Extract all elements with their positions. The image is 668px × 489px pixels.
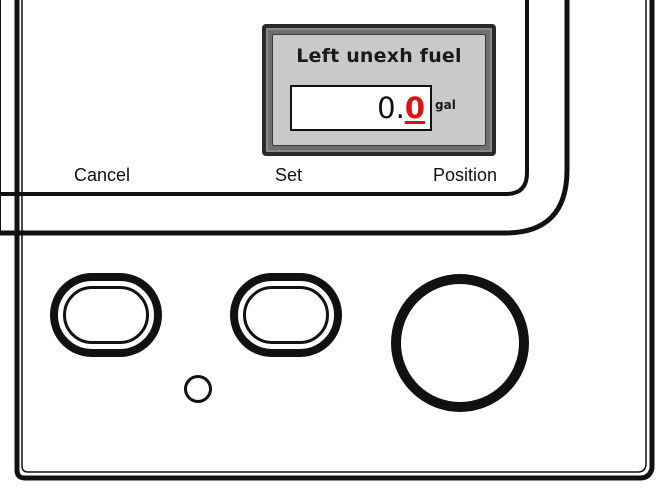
value-entry-field[interactable]: 0.0 [290, 85, 432, 131]
softkey-label-cancel: Cancel [74, 165, 131, 185]
indicator-light-icon [184, 375, 212, 403]
softkey-label-set: Set [275, 165, 303, 185]
position-knob[interactable] [391, 274, 529, 412]
active-digit-cursor[interactable]: 0 [405, 91, 425, 125]
instrument-panel: Left unexh fuel 0.0 gal Cancel Set Posit… [0, 0, 668, 489]
value-readout: 0.0 [377, 91, 425, 125]
unit-label: gal [435, 98, 456, 112]
cancel-button[interactable] [50, 273, 162, 357]
set-button[interactable] [230, 273, 342, 357]
value-prefix: 0. [377, 91, 405, 125]
softkey-label-position: Position [433, 165, 498, 185]
data-entry-popup: Left unexh fuel 0.0 gal [262, 24, 496, 156]
popup-body: Left unexh fuel 0.0 gal [272, 34, 486, 146]
popup-title: Left unexh fuel [296, 45, 462, 67]
